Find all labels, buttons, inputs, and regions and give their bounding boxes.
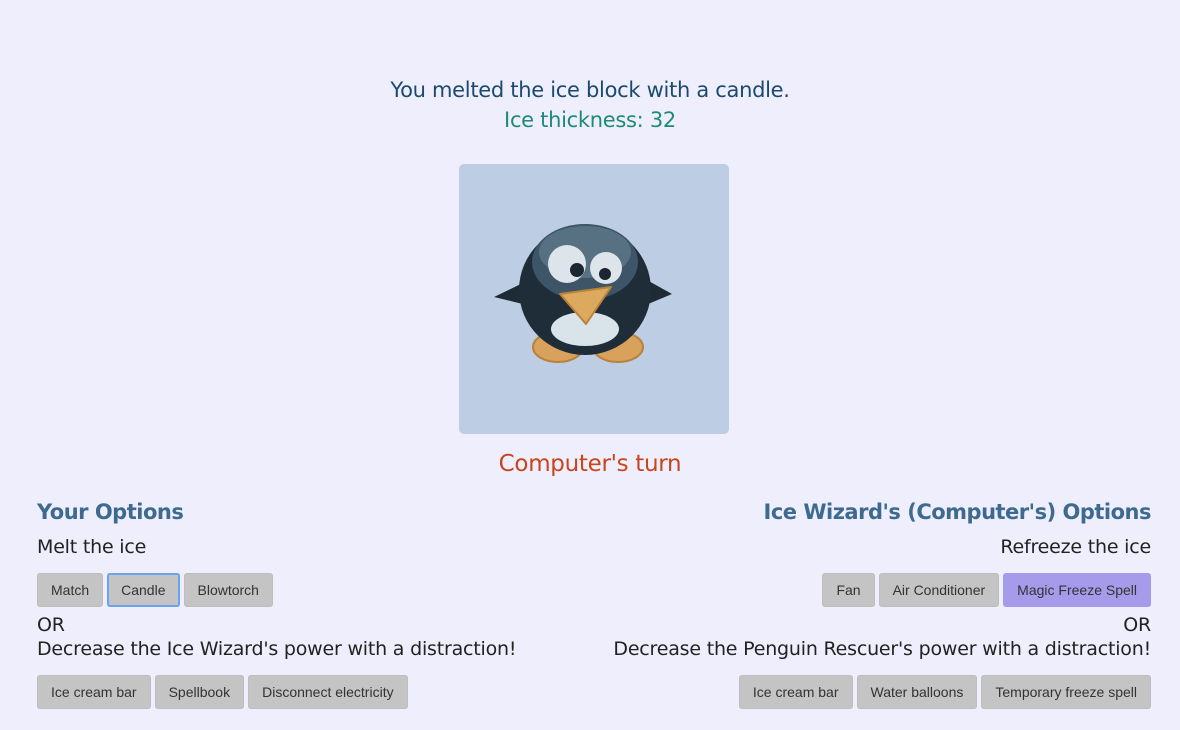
- player-distract-label: Decrease the Ice Wizard's power with a d…: [37, 638, 517, 660]
- melt-options: Match Candle Blowtorch: [37, 573, 273, 607]
- player-distract-options: Ice cream bar Spellbook Disconnect elect…: [37, 675, 408, 709]
- computer-or-label: OR: [1123, 614, 1151, 636]
- refreeze-label: Refreeze the ice: [1000, 536, 1151, 558]
- refreeze-options: Fan Air Conditioner Magic Freeze Spell: [822, 573, 1151, 607]
- computer-ice-cream-bar-button[interactable]: Ice cream bar: [738, 675, 853, 709]
- or-label: OR: [37, 614, 65, 636]
- spellbook-button[interactable]: Spellbook: [154, 675, 245, 709]
- ice-thickness: Ice thickness: 32: [504, 108, 676, 132]
- candle-button[interactable]: Candle: [107, 573, 180, 607]
- air-conditioner-button[interactable]: Air Conditioner: [878, 573, 1000, 607]
- player-options-title: Your Options: [37, 500, 184, 524]
- computer-distract-options: Ice cream bar Water balloons Temporary f…: [738, 675, 1151, 709]
- disconnect-electricity-button[interactable]: Disconnect electricity: [248, 675, 408, 709]
- turn-indicator: Computer's turn: [498, 451, 682, 477]
- melt-label: Melt the ice: [37, 536, 147, 558]
- blowtorch-button[interactable]: Blowtorch: [183, 573, 273, 607]
- magic-freeze-spell-button[interactable]: Magic Freeze Spell: [1003, 573, 1151, 607]
- temporary-freeze-spell-button[interactable]: Temporary freeze spell: [981, 675, 1151, 709]
- computer-options-title: Ice Wizard's (Computer's) Options: [763, 500, 1152, 524]
- water-balloons-button[interactable]: Water balloons: [856, 675, 978, 709]
- penguin-icon: [494, 224, 672, 363]
- ice-block: [459, 164, 729, 434]
- fan-button[interactable]: Fan: [822, 573, 875, 607]
- ice-cream-bar-button[interactable]: Ice cream bar: [37, 675, 151, 709]
- computer-distract-label: Decrease the Penguin Rescuer's power wit…: [613, 638, 1151, 660]
- status-message: You melted the ice block with a candle.: [390, 78, 790, 102]
- match-button[interactable]: Match: [37, 573, 104, 607]
